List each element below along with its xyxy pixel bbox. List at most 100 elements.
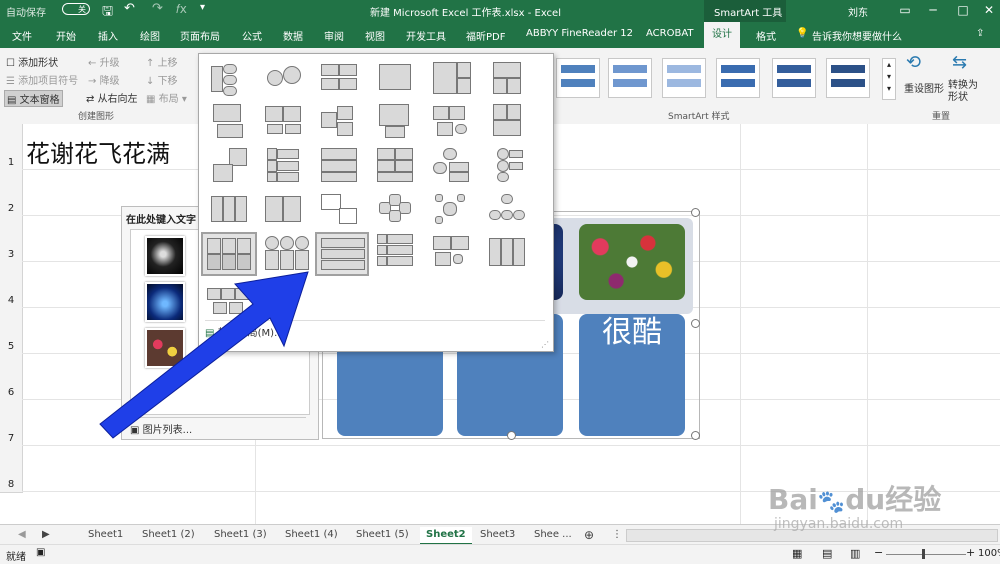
tab-split-icon[interactable]: ⋮ [612,527,622,543]
text-pane-picture[interactable] [145,328,185,368]
scroll-left-icon[interactable]: ◀ [18,527,26,543]
layout-option[interactable] [263,190,303,228]
layout-option[interactable] [261,232,311,272]
text-pane-picture[interactable] [145,282,185,322]
row-header[interactable]: 5 [0,308,23,355]
layout-option[interactable] [375,190,415,228]
page-break-view-icon[interactable]: ▥ [850,547,860,560]
layout-option[interactable] [431,60,471,98]
macro-record-icon[interactable]: ▣ [36,547,45,558]
save-icon[interactable]: 🖫 [102,2,113,24]
resize-handle[interactable] [691,208,700,217]
tab-page-layout[interactable]: 页面布局 [180,28,220,43]
autosave-toggle[interactable]: 关 [62,3,90,15]
row-header[interactable]: 7 [0,400,23,447]
maximize-icon[interactable]: □ [954,2,972,18]
add-shape-button[interactable]: ☐ 添加形状 [6,54,58,69]
normal-view-icon[interactable]: ▦ [792,547,802,560]
resize-handle[interactable] [507,431,516,440]
smartart-style-3[interactable] [662,58,706,98]
tab-abbyy[interactable]: ABBYY FineReader 12 [526,28,633,39]
layout-option[interactable] [431,102,471,140]
tab-acrobat[interactable]: ACROBAT [646,28,694,39]
picture-list-link[interactable]: ▣ 图片列表... [130,417,306,436]
smartart-style-1[interactable] [556,58,600,98]
undo-icon[interactable]: ↶ [124,1,135,16]
zoom-level[interactable]: 100% [978,548,1000,559]
row-header[interactable]: 8 [0,446,23,493]
text-pane-picture[interactable] [145,236,185,276]
layout-option[interactable] [431,190,471,228]
tab-design[interactable]: 设计 [704,22,740,48]
tab-draw[interactable]: 绘图 [140,28,160,43]
sheet-tab[interactable]: Shee ... [534,527,572,543]
layout-option-picture-accent-list[interactable] [315,232,369,276]
layout-option[interactable] [209,146,249,184]
layout-option[interactable] [209,60,249,98]
tab-review[interactable]: 审阅 [324,28,344,43]
move-down-button[interactable]: ↓ 下移 [146,72,178,87]
row-header[interactable]: 1 [0,124,23,171]
smartart-style-5[interactable] [772,58,816,98]
share-icon[interactable]: ⇪ [976,28,984,39]
tab-data[interactable]: 数据 [283,28,303,43]
redo-icon[interactable]: ↷ [152,1,163,16]
smartart-text-box[interactable]: 很酷 [579,314,685,436]
smartart-style-2[interactable] [608,58,652,98]
smartart-style-4[interactable] [716,58,760,98]
scroll-right-icon[interactable]: ▶ [42,527,50,543]
layout-option[interactable] [319,190,359,228]
cell-a1-text[interactable]: 花谢花飞花满 [26,134,170,169]
layout-option[interactable] [209,190,249,228]
convert-to-shape-button[interactable]: 转换为 形状 [948,80,978,104]
sheet-tab-active[interactable]: Sheet2 [420,527,472,545]
sheet-tab[interactable]: Sheet1 (3) [214,527,267,543]
layout-gallery[interactable]: ▤ 其他布局(M)... ⋰ [198,53,554,352]
sheet-tab[interactable]: Sheet3 [480,527,515,543]
zoom-out-icon[interactable]: − [874,546,883,559]
quick-access-menu-icon[interactable]: ▾ [200,2,205,13]
right-to-left-button[interactable]: ⇄ 从右向左 [86,90,138,105]
minimize-icon[interactable]: ─ [924,2,942,18]
tab-insert[interactable]: 插入 [98,28,118,43]
layout-option[interactable] [319,60,359,98]
tab-developer[interactable]: 开发工具 [406,28,446,43]
layout-option[interactable] [375,60,415,98]
move-up-button[interactable]: ↑ 上移 [146,54,178,69]
reset-graphic-button[interactable]: 重设图形 [904,80,944,95]
row-header[interactable]: 2 [0,170,23,217]
zoom-slider-thumb[interactable] [922,549,925,559]
user-name[interactable]: 刘东 [848,4,868,19]
layout-option[interactable] [487,146,527,184]
sheet-tab[interactable]: Sheet1 (2) [142,527,195,543]
layout-option[interactable] [319,146,359,184]
layout-option[interactable] [375,102,415,140]
ribbon-options-icon[interactable]: ▭ [896,2,914,18]
layout-option[interactable] [263,102,303,140]
layout-option[interactable] [487,60,527,98]
resize-grip-icon[interactable]: ⋰ [541,340,549,349]
layout-option[interactable] [263,60,303,98]
layout-option[interactable] [375,232,415,270]
layout-option[interactable] [431,146,471,184]
sheet-tab[interactable]: Sheet1 (5) [356,527,409,543]
resize-handle[interactable] [691,431,700,440]
layout-option[interactable] [487,102,527,140]
layout-option[interactable] [431,232,471,270]
add-bullet-button[interactable]: ☰ 添加项目符号 [6,72,78,87]
row-header[interactable]: 6 [0,354,23,401]
page-layout-view-icon[interactable]: ▤ [822,547,832,560]
layout-option[interactable] [319,102,359,140]
layout-option[interactable] [205,282,251,320]
tab-home[interactable]: 开始 [56,28,76,43]
picture-tulips[interactable] [579,224,685,300]
formula-icon[interactable]: 𝑓x [176,2,187,17]
tab-formulas[interactable]: 公式 [242,28,262,43]
layout-option[interactable] [263,146,303,184]
close-icon[interactable]: ✕ [980,2,998,18]
sheet-tab[interactable]: Sheet1 (4) [285,527,338,543]
tab-format[interactable]: 格式 [756,28,776,43]
smartart-style-6[interactable] [826,58,870,98]
zoom-in-icon[interactable]: + [966,546,975,559]
sheet-tab[interactable]: Sheet1 [88,527,123,543]
